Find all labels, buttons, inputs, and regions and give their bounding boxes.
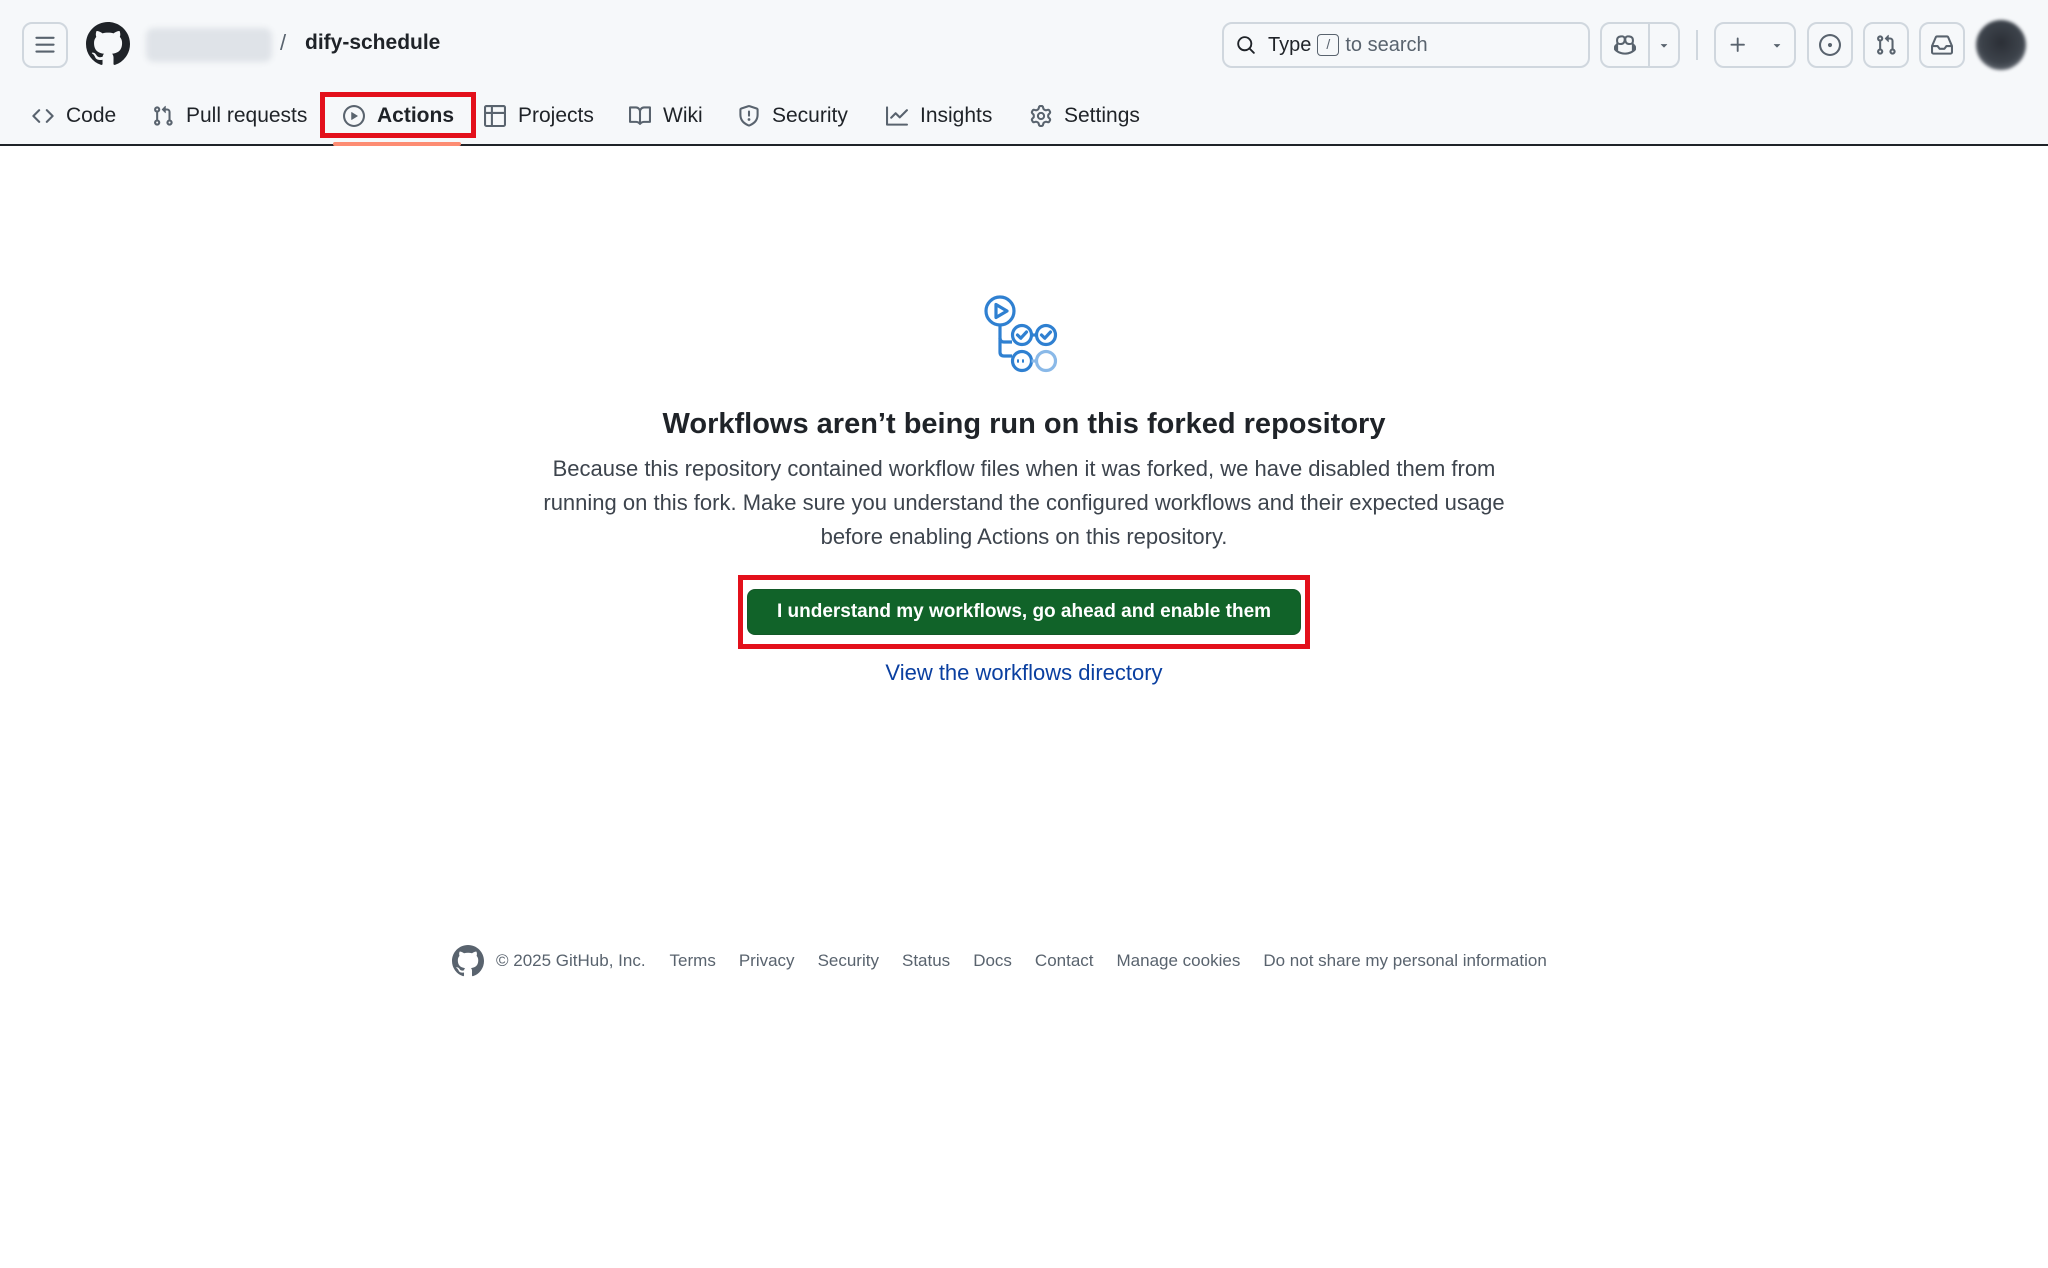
shield-icon [739,105,759,127]
selected-tab-underline [333,142,461,146]
inbox-icon [1931,35,1953,55]
search-placeholder-suffix: to search [1345,33,1428,56]
workflows-link-text[interactable]: View the workflows directory [885,660,1162,685]
tab-label: Insights [920,104,993,127]
github-logo-icon[interactable] [452,945,484,977]
copilot-button[interactable] [1602,24,1648,66]
tab-label: Wiki [663,104,703,127]
tab-label: Projects [518,104,594,127]
app-header: / dify-schedule Type / to search Code Pu… [0,0,2048,146]
tab-label: Security [772,104,848,127]
tab-security[interactable]: Security [738,94,848,138]
tab-settings[interactable]: Settings [1030,94,1140,138]
footer-link-security[interactable]: Security [818,951,879,971]
issues-button[interactable] [1807,22,1853,68]
plus-icon [1730,37,1745,52]
book-icon [629,106,651,125]
footer-link-privacy[interactable]: Privacy [739,951,795,971]
git-pull-request-icon [154,105,173,126]
search-input[interactable]: Type / to search [1222,22,1590,68]
tab-insights[interactable]: Insights [886,94,992,138]
blankslate-description: Because this repository contained workfl… [543,456,1505,549]
search-icon [1237,36,1255,54]
tab-pull-requests[interactable]: Pull requests [152,94,307,138]
create-new-caret[interactable] [1760,24,1794,66]
footer-link-terms[interactable]: Terms [670,951,716,971]
issue-opened-icon [1819,34,1841,56]
triangle-down-icon [1773,44,1781,48]
triangle-down-icon [1660,44,1668,48]
tab-label: Pull requests [186,104,308,127]
copilot-button-group [1600,22,1680,68]
inbox-button[interactable] [1919,22,1965,68]
view-workflows-directory-link: View the workflows directory [0,660,2048,686]
repo-owner-redacted[interactable] [146,28,272,62]
code-icon [32,109,54,123]
tab-label: Code [66,104,117,127]
toolbar-divider [1696,30,1698,60]
table-icon [484,105,506,127]
tab-label: Actions [377,104,455,127]
top-bar: / dify-schedule Type / to search [0,0,2048,90]
tab-projects[interactable]: Projects [484,94,594,138]
copilot-dropdown-button[interactable] [1648,24,1678,66]
tab-label: Settings [1064,104,1140,127]
open-navigation-button[interactable] [22,22,68,68]
search-placeholder-prefix: Type [1268,33,1312,56]
play-icon [343,105,365,127]
footer-link-contact[interactable]: Contact [1035,951,1094,971]
footer-link-status[interactable]: Status [902,951,950,971]
gear-icon [1030,105,1052,127]
footer-copyright: © 2025 GitHub, Inc. [496,951,646,970]
breadcrumb-separator: / [280,30,287,55]
workflow-icon [984,295,1058,373]
git-pull-request-icon [1877,34,1896,55]
footer-link-do-not-share[interactable]: Do not share my personal information [1263,951,1546,971]
site-footer: © 2025 GitHub, Inc. Terms Privacy Securi… [452,944,1547,978]
repo-nav-tabs: Code Pull requests Actions Projects Wiki… [0,90,2048,146]
create-new-plus[interactable] [1716,24,1760,66]
user-avatar[interactable] [1976,20,2026,70]
tab-wiki[interactable]: Wiki [629,94,703,138]
create-new-button[interactable] [1714,22,1796,68]
search-shortcut-key: / [1317,34,1340,56]
hamburger-icon [35,36,55,53]
tab-code[interactable]: Code [32,94,116,138]
graph-icon [886,106,908,126]
pull-requests-button[interactable] [1863,22,1909,68]
enable-workflows-button[interactable]: I understand my workflows, go ahead and … [747,589,1301,635]
blankslate-title: Workflows aren’t being run on this forke… [662,408,1386,440]
github-logo-icon[interactable] [86,22,130,66]
tab-actions[interactable]: Actions [343,94,454,138]
repo-name-link[interactable]: dify-schedule [305,31,440,55]
footer-link-manage-cookies[interactable]: Manage cookies [1117,951,1241,971]
footer-link-docs[interactable]: Docs [973,951,1012,971]
copilot-icon [1614,35,1636,55]
